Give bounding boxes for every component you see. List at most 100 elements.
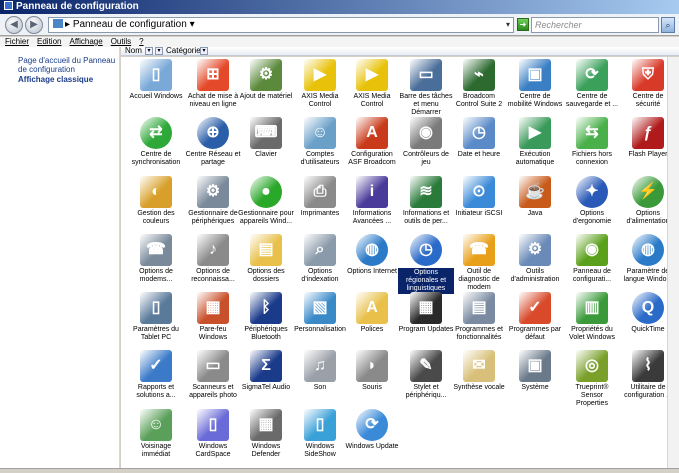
refresh-button[interactable]: ➜ [517, 18, 529, 31]
control-panel-item[interactable]: ≋ Informations et outils de per... [398, 176, 454, 226]
control-panel-item[interactable]: ☺ Comptes d'utilisateurs [292, 117, 348, 167]
control-panel-item[interactable]: ♪ Options de reconnaissa... [185, 234, 241, 284]
people-near-me-icon: ☺ [140, 409, 172, 441]
menu-outils[interactable]: Outils [111, 37, 131, 46]
control-panel-item[interactable]: ✓ Rapports et solutions a... [128, 350, 184, 400]
control-panel-item[interactable]: ⇆ Fichiers hors connexion [564, 117, 620, 167]
column-name[interactable]: Nom [125, 47, 142, 55]
control-panel-item[interactable]: ▭ Barre des tâches et menu Démarrer [398, 59, 454, 117]
control-panel-item[interactable]: ☺ Voisinage immédiat [128, 409, 184, 459]
breadcrumb[interactable]: Panneau de configuration [73, 19, 187, 30]
control-panel-item[interactable]: ᛒ Périphériques Bluetooth [238, 292, 294, 342]
control-panel-item[interactable]: ▯ Windows SideShow [292, 409, 348, 459]
control-panel-item[interactable]: ▤ Programmes et fonctionnalités [451, 292, 507, 342]
control-panel-item[interactable]: ◉ Contrôleurs de jeu [398, 117, 454, 167]
control-panel-item[interactable]: Σ SigmaTel Audio [238, 350, 294, 392]
control-panel-home-link[interactable]: Page d'accueil du Panneau de configurati… [18, 56, 116, 74]
control-panel-item[interactable]: ☎ Options de modems... [128, 234, 184, 284]
language-icon-glyph: ◍ [641, 241, 655, 258]
control-panel-item[interactable]: ⚙ Gestionnaire de périphériques [185, 176, 241, 226]
control-panel-item[interactable]: ▦ Windows Defender [238, 409, 294, 459]
control-panel-item[interactable]: ⊞ Achat de mise à niveau en ligne [185, 59, 241, 109]
control-panel-item[interactable]: ▥ Propriétés du Volet Windows [564, 292, 620, 342]
control-panel-item[interactable]: ▯ Accueil Windows [128, 59, 184, 101]
control-panel-item[interactable]: i Informations Avancées ... [344, 176, 400, 226]
menu-affichage[interactable]: Affichage [69, 37, 102, 46]
control-panel-item[interactable]: ⌁ Broadcom Control Suite 2 [451, 59, 507, 109]
sort-dropdown-icon[interactable]: ▾ [145, 47, 153, 55]
control-panel-item[interactable]: ✎ Stylet et périphériqu... [398, 350, 454, 400]
control-panel-item[interactable]: ◐ Gestion des couleurs [128, 176, 184, 226]
control-panel-item[interactable]: ◷ Date et heure [451, 117, 507, 159]
control-panel-item[interactable]: ◍ Options Internet [344, 234, 400, 276]
control-panel-item[interactable]: ⇄ Centre de synchronisation [128, 117, 184, 167]
sort-dropdown-icon[interactable]: ▾ [155, 47, 163, 55]
control-panel-item[interactable]: ✓ Programmes par défaut [507, 292, 563, 342]
phone-icon: ☎ [140, 234, 172, 266]
control-panel-item[interactable]: ▤ Options des dossiers [238, 234, 294, 284]
control-panel-item[interactable]: ◉ Panneau de configurati... [564, 234, 620, 284]
control-panel-item[interactable]: ⎙ Imprimantes [292, 176, 348, 218]
column-category[interactable]: Catégorie [166, 47, 201, 55]
address-field[interactable]: ▸ Panneau de configuration ▾ ▾ [48, 17, 514, 33]
item-label: Java [527, 210, 543, 217]
breadcrumb-dropdown-icon[interactable]: ▾ [187, 19, 195, 30]
item-label: Pare-feu Windows [198, 326, 228, 341]
control-panel-item[interactable]: ◷ Options régionales et linguistiques [398, 234, 454, 294]
control-panel-item[interactable]: ▦ Pare-feu Windows [185, 292, 241, 342]
item-label: Options de reconnaissa... [191, 268, 235, 283]
device-manager-icon-glyph: ⚙ [205, 183, 221, 200]
control-panel-item[interactable]: ▧ Personnalisation [292, 292, 348, 334]
category-dropdown-icon[interactable]: ▾ [200, 47, 208, 55]
control-panel-item[interactable]: ♫ Son [292, 350, 348, 392]
intel-icon-glyph: i [369, 183, 375, 200]
control-panel-item[interactable]: ▣ Système [507, 350, 563, 392]
control-panel-item[interactable]: ⊕ Centre Réseau et partage [185, 117, 241, 167]
item-label: Windows Defender [251, 443, 281, 458]
control-panel-item[interactable]: ▯ Windows CardSpace [185, 409, 241, 459]
control-panel-item[interactable]: ◗ Souris [344, 350, 400, 392]
search-input[interactable]: Rechercher [531, 17, 659, 33]
control-panel-item[interactable]: ▶ AXIS Media Control [344, 59, 400, 109]
control-panel-item[interactable]: ⟳ Windows Update [344, 409, 400, 451]
control-panel-item[interactable]: ▶ AXIS Media Control [292, 59, 348, 109]
personalization-icon: ▧ [304, 292, 336, 324]
control-panel-icon [4, 1, 13, 10]
control-panel-item[interactable]: ▦ Program Updates [398, 292, 454, 334]
menu-fichier[interactable]: Fichier [5, 37, 29, 46]
control-panel-item[interactable]: ⌨ Clavier [238, 117, 294, 159]
color-management-icon-glyph: ◐ [151, 183, 161, 200]
control-panel-item[interactable]: ⚙ Ajout de matériel [238, 59, 294, 101]
control-panel-item[interactable]: ☕ Java [507, 176, 563, 218]
control-panel-item[interactable]: ▶ Exécution automatique [507, 117, 563, 167]
control-panel-item[interactable]: ✦ Options d'ergonomie [564, 176, 620, 226]
control-panel-item[interactable]: A Configuration ASF Broadcom [344, 117, 400, 167]
power-icon-glyph: ⚡ [638, 183, 658, 200]
control-panel-item[interactable]: A Polices [344, 292, 400, 334]
control-panel-item[interactable]: ⊙ Initiateur iSCSI [451, 176, 507, 218]
search-button[interactable]: ⌕ [661, 17, 675, 33]
control-panel-item[interactable]: ▭ Scanneurs et appareils photo [185, 350, 241, 400]
control-panel-item[interactable]: ▣ Centre de mobilité Windows [507, 59, 563, 109]
menu-edition[interactable]: Edition [37, 37, 61, 46]
control-panel-item[interactable]: ✉ Synthèse vocale [451, 350, 507, 392]
control-panel-item[interactable]: ⟳ Centre de sauvegarde et ... [564, 59, 620, 109]
control-panel-item[interactable]: ▯ Paramètres du Tablet PC [128, 292, 184, 342]
item-label: Date et heure [457, 151, 501, 158]
menu-help[interactable]: ? [139, 37, 143, 46]
address-dropdown-icon[interactable]: ▾ [506, 18, 510, 32]
forward-button[interactable]: ▶ [25, 16, 43, 34]
control-panel-item[interactable]: ☎ Outil de diagnostic de modem [451, 234, 507, 292]
control-panel-item[interactable]: ◎ Trueprint® Sensor Properties [564, 350, 620, 408]
keyboard-icon-glyph: ⌨ [254, 124, 278, 141]
autoplay-icon-glyph: ▶ [528, 124, 542, 141]
vertical-scrollbar[interactable] [667, 57, 679, 468]
item-label: Options de modems... [139, 268, 173, 283]
sync-icon: ⇄ [140, 117, 172, 149]
control-panel-item[interactable]: ⌕ Options d'indexation [292, 234, 348, 284]
accueil-windows-icon: ▯ [140, 59, 172, 91]
control-panel-item[interactable]: ⚙ Outils d'administration [507, 234, 563, 284]
control-panel-item[interactable]: ● Gestionnaire pour appareils Wind... [238, 176, 294, 226]
back-button[interactable]: ◀ [5, 16, 23, 34]
classic-view-link[interactable]: Affichage classique [18, 75, 93, 84]
